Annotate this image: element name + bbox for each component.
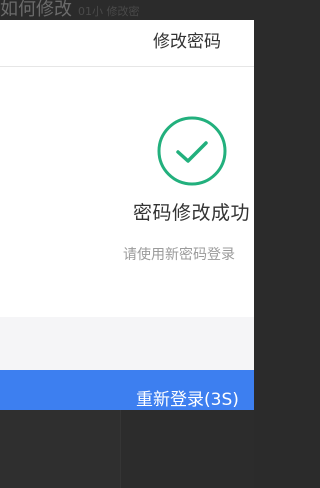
login-hint: 请使用新密码登录	[123, 247, 235, 263]
modal-title: 修改密码	[153, 32, 221, 52]
screen: 如何修改 01小 修改密 修改密码 密码修改成功 请使用新密码登录 重新登录(3S…	[0, 0, 254, 488]
background-footer-right	[120, 410, 254, 488]
relogin-button-label: 重新登录(3S)	[136, 390, 239, 410]
background-title-text: 如何修改	[0, 0, 72, 20]
modal-header: 修改密码	[0, 20, 254, 67]
success-content: 密码修改成功 请使用新密码登录	[0, 67, 254, 317]
check-circle-icon	[157, 116, 227, 186]
change-password-modal: 修改密码 密码修改成功 请使用新密码登录 重新登录(3S)	[0, 20, 254, 424]
background-page-title: 如何修改 01小 修改密	[0, 0, 254, 20]
background-footer	[0, 410, 254, 488]
background-footer-left	[0, 410, 120, 488]
success-message: 密码修改成功	[133, 202, 251, 224]
background-meta-text: 01小 修改密	[78, 5, 140, 18]
